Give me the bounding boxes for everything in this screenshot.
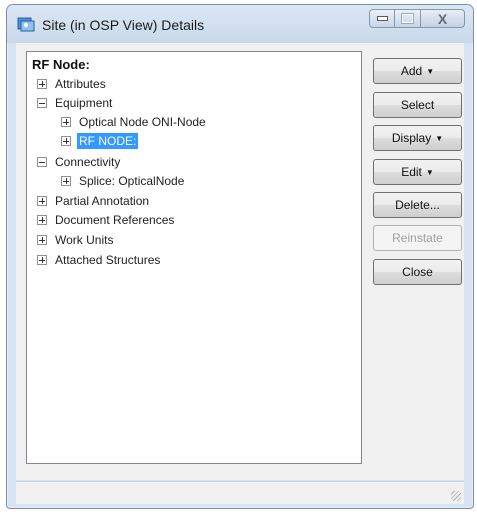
maximize-button[interactable] [395, 9, 421, 28]
expand-icon[interactable] [37, 196, 47, 206]
expand-icon[interactable] [61, 176, 71, 186]
display-button-label: Display [391, 131, 432, 145]
tree-item-label-selected: RF NODE: [77, 133, 139, 149]
tree-item-splice[interactable]: Splice: OpticalNode [61, 172, 186, 190]
tree-item-label: Attached Structures [55, 253, 161, 267]
tree-item-rf-node[interactable]: RF NODE: [61, 132, 139, 150]
dropdown-arrow-icon: ▼ [435, 133, 444, 143]
dropdown-arrow-icon: ▼ [425, 167, 434, 177]
expand-icon[interactable] [61, 117, 71, 127]
minimize-icon [376, 16, 388, 21]
window-controls: X [369, 9, 465, 30]
tree-item-label: Splice: OpticalNode [79, 174, 185, 188]
tree-item-label: Equipment [55, 96, 113, 110]
tree-item-connectivity[interactable]: Connectivity [37, 153, 122, 171]
collapse-icon[interactable] [37, 157, 47, 167]
tree-item-label: Partial Annotation [55, 194, 150, 208]
add-button-label: Add [400, 64, 423, 78]
select-button[interactable]: Select [373, 92, 462, 118]
collapse-icon[interactable] [37, 98, 47, 108]
tree-item-optical-node[interactable]: Optical Node ONI-Node [61, 113, 208, 131]
expand-icon[interactable] [37, 215, 47, 225]
add-button[interactable]: Add ▼ [373, 58, 462, 84]
resize-grip-icon[interactable] [451, 491, 461, 501]
tree-item-label: Attributes [55, 77, 106, 91]
delete-button[interactable]: Delete... [373, 192, 462, 218]
expand-icon[interactable] [61, 136, 71, 146]
tree-item-attributes[interactable]: Attributes [37, 75, 108, 93]
expand-icon[interactable] [37, 235, 47, 245]
edit-button-label: Edit [401, 165, 422, 179]
tree-item-partial-annotation[interactable]: Partial Annotation [37, 192, 151, 210]
tree-item-label: Work Units [55, 233, 114, 247]
display-button[interactable]: Display ▼ [373, 125, 462, 151]
tree-item-label: Document References [55, 213, 175, 227]
edit-button[interactable]: Edit ▼ [373, 159, 462, 185]
close-button[interactable]: Close [373, 259, 462, 285]
maximize-icon [401, 13, 414, 24]
expand-icon[interactable] [37, 255, 47, 265]
close-button-label: Close [402, 265, 433, 279]
select-button-label: Select [400, 98, 435, 112]
tree-item-attached-structures[interactable]: Attached Structures [37, 251, 162, 269]
minimize-button[interactable] [369, 9, 395, 28]
tree-item-label: Optical Node ONI-Node [79, 115, 206, 129]
window-title: Site (in OSP View) Details [42, 17, 205, 33]
tree-item-work-units[interactable]: Work Units [37, 231, 115, 249]
reinstate-button-label: Reinstate [392, 231, 443, 245]
tree-item-equipment[interactable]: Equipment [37, 94, 114, 112]
dialog-body: RF Node: Attributes Equipment Optical No… [16, 43, 464, 480]
tree-item-document-references[interactable]: Document References [37, 211, 176, 229]
dropdown-arrow-icon: ▼ [426, 66, 435, 76]
tree-item-label: Connectivity [55, 155, 121, 169]
expand-icon[interactable] [37, 79, 47, 89]
delete-button-label: Delete... [395, 198, 440, 212]
reinstate-button[interactable]: Reinstate [373, 225, 462, 251]
tree-root-label: RF Node: [32, 57, 90, 72]
title-bar[interactable]: Site (in OSP View) Details X [7, 5, 473, 43]
status-bar [16, 481, 464, 504]
close-icon: X [437, 10, 448, 27]
details-tree[interactable]: RF Node: Attributes Equipment Optical No… [26, 51, 362, 464]
close-window-button[interactable]: X [421, 9, 465, 28]
app-icon [17, 17, 35, 32]
details-window: Site (in OSP View) Details X RF Node: At… [6, 4, 474, 509]
